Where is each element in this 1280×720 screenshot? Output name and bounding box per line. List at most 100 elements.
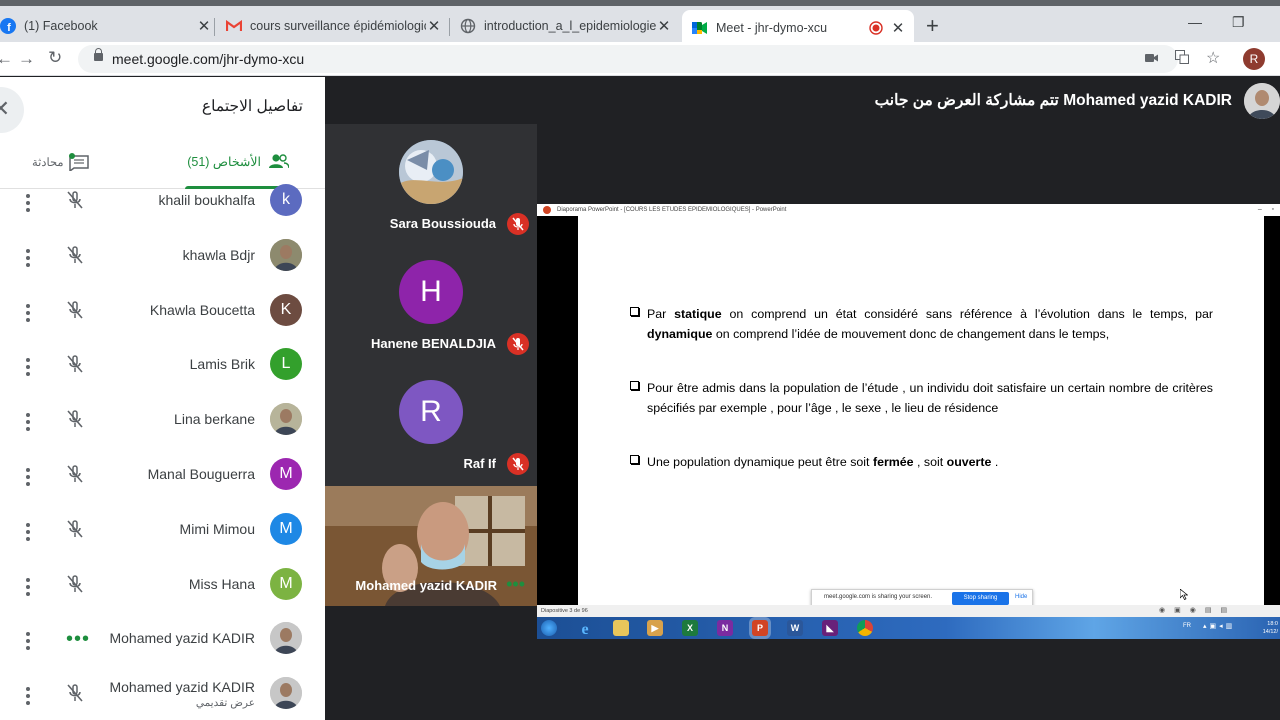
minimize-button[interactable]: —: [1188, 14, 1202, 30]
windows-taskbar: e ▶ X N P W ◣ FR ▴▣◂▥ 18:0 14/12/: [537, 617, 1280, 639]
more-options-icon[interactable]: [26, 467, 30, 486]
chrome-taskbar-icon[interactable]: [857, 620, 873, 636]
participant-name: Mohamed yazid KADIR: [355, 578, 497, 593]
slide-bullet: Par statique on comprend un état considé…: [630, 304, 1213, 344]
participant-name: Manal Bouguerra: [147, 465, 255, 482]
avatar: [270, 622, 302, 655]
translate-icon[interactable]: [1175, 50, 1189, 67]
screen: f (1) Facebook ✕ cours surveillance épid…: [0, 0, 1280, 720]
powerpoint-taskbar-icon[interactable]: P: [752, 620, 768, 636]
share-message: meet.google.com is sharing your screen.: [824, 594, 933, 600]
text-run: .: [991, 455, 999, 469]
participant-row[interactable]: khalil boukhalfa k: [0, 184, 325, 242]
mic-off-icon: [507, 333, 529, 355]
camera-tile[interactable]: Mohamed yazid KADIR •••: [325, 486, 537, 606]
tab-facebook[interactable]: f (1) Facebook ✕: [0, 10, 212, 42]
clock-time: 18:0: [1267, 621, 1278, 627]
more-options-icon[interactable]: [26, 303, 30, 322]
participant-list: khalil boukhalfa k khawla Bdjr Khawla Bouce…: [0, 184, 325, 720]
participant-row[interactable]: Miss Hana M: [0, 567, 325, 626]
mic-off-icon: [64, 573, 86, 595]
participant-name: Hanene BENALDJIA: [371, 336, 496, 351]
close-tab-icon[interactable]: ✕: [890, 19, 906, 37]
bullet-square-icon: [630, 455, 639, 464]
more-options-icon[interactable]: [26, 358, 30, 377]
hide-link[interactable]: Hide: [1015, 594, 1027, 600]
stop-sharing-button[interactable]: Stop sharing: [952, 592, 1009, 605]
bullet-text: Pour être admis dans la population de l’…: [647, 378, 1213, 418]
more-options-icon[interactable]: [26, 687, 30, 706]
participant-row[interactable]: Lamis Brik L: [0, 348, 325, 406]
participant-tile[interactable]: R Raf If: [325, 365, 537, 485]
avatar: L: [270, 348, 302, 381]
mic-off-icon: [507, 453, 529, 475]
mic-off-icon: [64, 682, 86, 704]
participant-tile[interactable]: Sara Boussiouda: [325, 124, 537, 244]
more-options-icon[interactable]: [26, 577, 30, 596]
more-options-icon[interactable]: [26, 248, 30, 267]
more-options-icon[interactable]: [26, 632, 30, 651]
chat-icon: [68, 153, 90, 171]
profile-avatar[interactable]: R: [1243, 48, 1265, 70]
participant-name: Mohamed yazid KADIR: [109, 679, 255, 696]
internet-explorer-icon[interactable]: e: [577, 620, 593, 638]
bold-term: statique: [674, 307, 722, 321]
restore-button[interactable]: ❐: [1232, 14, 1245, 31]
star-icon[interactable]: ☆: [1206, 48, 1220, 68]
clock-date: 14/12/: [1262, 629, 1278, 635]
bullet-text: Une population dynamique peut être soit …: [647, 452, 1213, 472]
bullet-square-icon: [630, 381, 639, 390]
globe-icon: [460, 18, 476, 34]
participant-row[interactable]: Mohamed yazid KADIR عرض تقديمي: [0, 677, 325, 720]
media-player-icon[interactable]: ▶: [647, 620, 663, 636]
avatar: M: [270, 457, 302, 490]
panel-tabs: الأشخاص (51) محادثة: [0, 139, 325, 189]
tab-chat[interactable]: محادثة: [32, 153, 90, 171]
meet-stage: تتم مشاركة العرض من جانب Mohamed yazid K…: [325, 77, 1280, 720]
avatar: [270, 677, 302, 710]
close-tab-icon[interactable]: ✕: [426, 17, 442, 35]
close-tab-icon[interactable]: ✕: [196, 17, 212, 35]
participant-name: Sara Boussiouda: [389, 216, 496, 231]
mic-off-icon: [64, 353, 86, 375]
more-options-icon[interactable]: [26, 194, 30, 212]
participant-tile[interactable]: H Hanene BENALDJIA: [325, 245, 537, 365]
presenting-label: تتم مشاركة العرض من جانب Mohamed yazid K…: [874, 92, 1232, 109]
windows-start-icon[interactable]: [541, 620, 557, 636]
tab-people[interactable]: الأشخاص (51): [187, 153, 289, 169]
back-arrow-icon[interactable]: ←: [0, 49, 13, 69]
close-panel-icon[interactable]: ✕: [0, 87, 24, 133]
visual-studio-icon[interactable]: ◣: [822, 620, 838, 636]
recording-icon: [868, 20, 884, 36]
keyboard-language[interactable]: FR: [1183, 623, 1191, 629]
svg-text:e: e: [581, 621, 588, 636]
tab-pdf[interactable]: introduction_a_l_epidemiologie.p ✕: [460, 10, 672, 42]
participant-row[interactable]: ••• Mohamed yazid KADIR: [0, 622, 325, 680]
more-options-icon[interactable]: [26, 413, 30, 432]
onenote-icon[interactable]: N: [717, 620, 733, 636]
more-options-icon[interactable]: [26, 522, 30, 541]
participant-row[interactable]: Mimi Mimou M: [0, 512, 325, 571]
close-tab-icon[interactable]: ✕: [656, 17, 672, 35]
participant-name: khalil boukhalfa: [158, 192, 255, 208]
bullet-text: Par statique on comprend un état considé…: [647, 304, 1213, 344]
participant-row[interactable]: Lina berkane: [0, 403, 325, 461]
system-clock[interactable]: 18:0 14/12/: [1263, 620, 1278, 636]
camera-icon[interactable]: [1145, 50, 1159, 66]
new-tab-button[interactable]: +: [926, 15, 939, 37]
tab-gmail[interactable]: cours surveillance épidémiologic ✕: [226, 10, 442, 42]
participant-tiles: Sara Boussiouda H Hanene BENALDJIA R Raf…: [325, 124, 537, 606]
address-bar[interactable]: meet.google.com/jhr-dymo-xcu: [78, 45, 1178, 73]
word-icon[interactable]: W: [787, 620, 803, 636]
mouse-cursor-icon: [1179, 587, 1189, 605]
participant-row[interactable]: Manal Bouguerra M: [0, 457, 325, 516]
participant-row[interactable]: Khawla Boucetta K: [0, 293, 325, 352]
text-run: Pour être admis dans la population de l’…: [647, 381, 1213, 415]
participant-name: Khawla Boucetta: [149, 301, 255, 318]
excel-icon[interactable]: X: [682, 620, 698, 636]
forward-arrow-icon[interactable]: →: [18, 49, 35, 69]
reload-icon[interactable]: ↻: [48, 48, 62, 68]
tab-meet[interactable]: Meet - jhr-dymo-xcu ✕: [682, 10, 914, 46]
participant-row[interactable]: khawla Bdjr: [0, 238, 325, 297]
folder-icon[interactable]: [613, 620, 629, 636]
